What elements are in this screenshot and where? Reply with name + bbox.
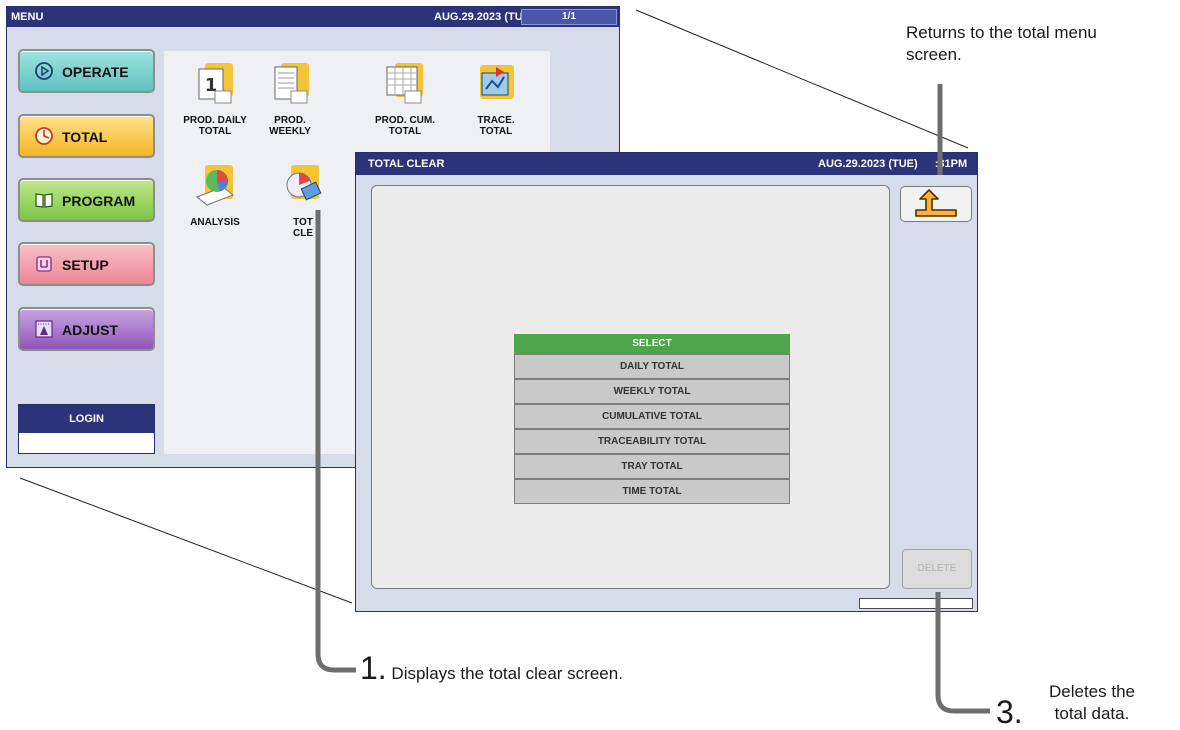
step1-number: 1. [360, 650, 387, 686]
return-annotation: Returns to the total menu screen. [906, 23, 1097, 64]
step3-number: 3. [996, 694, 1023, 730]
callout-lines [315, 84, 990, 714]
step3-text: Deletes the total data. [1049, 682, 1135, 723]
step1-annotation: 1. Displays the total clear screen. [360, 652, 623, 685]
step1-text: Displays the total clear screen. [391, 664, 623, 683]
